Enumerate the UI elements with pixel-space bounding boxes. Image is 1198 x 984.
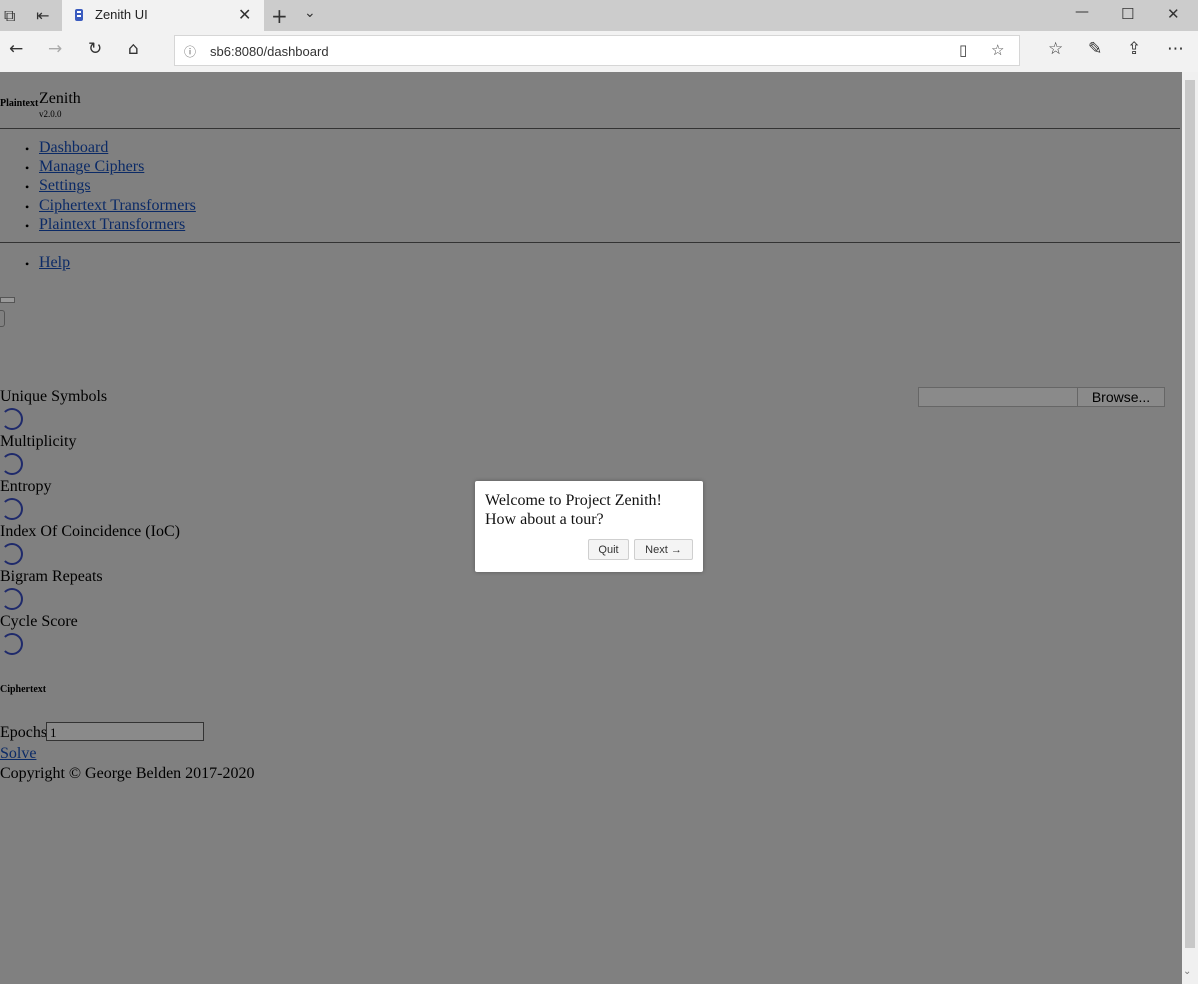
loading-spinner-icon bbox=[1, 453, 23, 475]
more-menu-icon[interactable]: ⋯ bbox=[1167, 39, 1184, 59]
tab-close-icon[interactable]: ✕ bbox=[238, 5, 251, 25]
tour-message-line: How about a tour? bbox=[485, 511, 604, 528]
nav-settings-link[interactable]: Settings bbox=[39, 177, 91, 195]
loading-spinner-icon bbox=[1, 633, 23, 655]
bullet: • bbox=[25, 142, 30, 156]
loading-spinner-icon bbox=[1, 543, 23, 565]
window-close-icon[interactable]: ✕ bbox=[1167, 5, 1180, 23]
stat-label-multiplicity: Multiplicity bbox=[0, 433, 77, 450]
nav-dashboard-link[interactable]: Dashboard bbox=[39, 139, 108, 157]
nav-manage-ciphers-link[interactable]: Manage Ciphers bbox=[39, 158, 144, 176]
maximize-icon[interactable]: ☐ bbox=[1121, 5, 1134, 23]
url-text: sb6:8080/dashboard bbox=[210, 44, 329, 59]
stat-label-cycle-score: Cycle Score bbox=[0, 613, 78, 630]
stat-label-entropy: Entropy bbox=[0, 478, 52, 495]
nav-plaintext-transformers-link[interactable]: Plaintext Transformers bbox=[39, 216, 185, 234]
browser-address-bar: ← → ↻ ⌂ ⓘ sb6:8080/dashboard ▯ ☆ ☆ ✎ ⇪ ⋯ bbox=[0, 31, 1198, 72]
copyright-text: Copyright © George Belden 2017-2020 bbox=[0, 765, 255, 782]
bullet: • bbox=[25, 219, 30, 233]
url-field[interactable]: ⓘ sb6:8080/dashboard ▯ ☆ bbox=[174, 35, 1020, 66]
favorites-list-icon[interactable]: ☆ bbox=[1048, 39, 1063, 59]
file-input: Browse... bbox=[918, 387, 1165, 407]
tour-dialog: Welcome to Project Zenith! How about a t… bbox=[475, 481, 703, 572]
ciphertext-heading: Ciphertext bbox=[0, 684, 47, 695]
app-name: Zenith bbox=[39, 90, 81, 107]
collapsed-select[interactable] bbox=[0, 297, 15, 303]
tour-quit-button[interactable]: Quit bbox=[588, 539, 629, 560]
tour-message-line: Welcome to Project Zenith! bbox=[485, 492, 662, 509]
forward-arrow-icon[interactable]: → bbox=[48, 39, 62, 59]
loading-spinner-icon bbox=[1, 588, 23, 610]
stat-label-ioc: Index Of Coincidence (IoC) bbox=[0, 523, 180, 540]
favorite-star-icon[interactable]: ☆ bbox=[991, 41, 1004, 59]
tab-actions-icon[interactable]: ⧉ bbox=[4, 6, 15, 26]
zenith-favicon-icon bbox=[75, 9, 83, 21]
logo-image: Plaintext bbox=[0, 98, 39, 109]
share-icon[interactable]: ⇪ bbox=[1127, 39, 1141, 59]
bullet: • bbox=[25, 180, 30, 194]
file-name-field[interactable] bbox=[918, 387, 1079, 407]
site-info-icon[interactable]: ⓘ bbox=[184, 43, 196, 60]
page-content: Plaintext Zenith v2.0.0 • Dashboard • Ma… bbox=[0, 72, 1182, 984]
bullet: • bbox=[25, 161, 30, 175]
epochs-label: Epochs bbox=[0, 724, 48, 741]
new-tab-icon[interactable]: + bbox=[271, 4, 288, 28]
back-arrow-icon[interactable]: ← bbox=[9, 39, 23, 59]
minimize-icon[interactable]: — bbox=[1075, 4, 1089, 20]
stat-label-unique-symbols: Unique Symbols bbox=[0, 388, 108, 405]
collapsed-button[interactable] bbox=[0, 310, 5, 327]
tour-next-button[interactable]: Next → bbox=[634, 539, 693, 560]
stat-label-bigram-repeats: Bigram Repeats bbox=[0, 568, 103, 585]
loading-spinner-icon bbox=[1, 498, 23, 520]
epochs-input[interactable]: 1 bbox=[46, 722, 204, 741]
tab-title: Zenith UI bbox=[95, 7, 148, 22]
set-aside-tabs-icon[interactable]: ⇤ bbox=[36, 6, 49, 25]
app-version: v2.0.0 bbox=[39, 109, 62, 119]
loading-spinner-icon bbox=[1, 408, 23, 430]
browse-button[interactable]: Browse... bbox=[1077, 387, 1165, 407]
tour-message: Welcome to Project Zenith! How about a t… bbox=[485, 491, 695, 529]
refresh-icon[interactable]: ↻ bbox=[88, 39, 102, 59]
browser-tab-bar: ⧉ ⇤ Zenith UI ✕ + ⌄ — ☐ ✕ bbox=[0, 0, 1198, 31]
tab-list-chevron-down-icon[interactable]: ⌄ bbox=[304, 5, 316, 21]
bullet: • bbox=[25, 200, 30, 214]
reading-view-icon[interactable]: ▯ bbox=[959, 41, 967, 59]
scrollbar-thumb[interactable] bbox=[1185, 80, 1195, 948]
nav-divider bbox=[0, 242, 1180, 243]
nav-help-link[interactable]: Help bbox=[39, 254, 70, 272]
solve-link[interactable]: Solve bbox=[0, 745, 36, 763]
notes-pen-icon[interactable]: ✎ bbox=[1088, 39, 1102, 59]
home-icon[interactable]: ⌂ bbox=[128, 39, 139, 59]
nav-ciphertext-transformers-link[interactable]: Ciphertext Transformers bbox=[39, 197, 196, 215]
bullet: • bbox=[25, 257, 30, 271]
header-divider bbox=[0, 128, 1180, 129]
browser-tab[interactable]: Zenith UI ✕ bbox=[62, 0, 264, 31]
scroll-down-arrow-icon[interactable]: ⌄ bbox=[1183, 966, 1191, 977]
